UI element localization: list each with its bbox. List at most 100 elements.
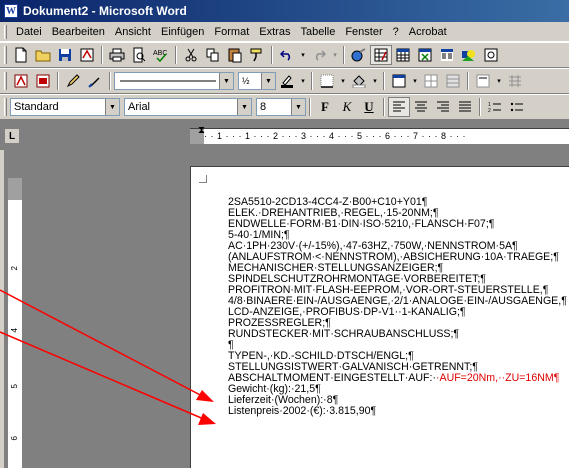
formatting-toolbar: Standard ▼ Arial ▼ 8 ▼ F K U 12 bbox=[0, 94, 569, 120]
ruler-strip[interactable]: · · 1 · · · 1 · · · 2 · · · 3 · · · 4 · … bbox=[190, 128, 569, 144]
undo-dropdown-icon[interactable]: ▾ bbox=[298, 45, 308, 65]
print-icon[interactable] bbox=[106, 45, 128, 65]
drawing-icon[interactable] bbox=[458, 45, 480, 65]
line-style-preview-icon bbox=[120, 80, 216, 82]
style-select[interactable]: Standard ▼ bbox=[10, 98, 120, 116]
save-disk-icon[interactable] bbox=[54, 45, 76, 65]
borders-icon[interactable] bbox=[316, 71, 338, 91]
eraser-icon[interactable] bbox=[84, 71, 106, 91]
insert-table-dropdown-icon[interactable]: ▾ bbox=[410, 71, 420, 91]
toolbar-separator bbox=[57, 72, 59, 90]
align-center-icon[interactable] bbox=[410, 97, 432, 117]
toolbar-grip[interactable] bbox=[4, 72, 7, 90]
menubar-grip[interactable] bbox=[4, 24, 7, 39]
window-title: Dokument2 - Microsoft Word bbox=[23, 4, 187, 18]
copy-icon[interactable] bbox=[202, 45, 224, 65]
chevron-down-icon[interactable]: ▼ bbox=[261, 73, 275, 89]
italic-button[interactable]: K bbox=[336, 97, 358, 117]
menu-extras[interactable]: Extras bbox=[254, 26, 295, 38]
align-right-icon[interactable] bbox=[432, 97, 454, 117]
toolbar-grip[interactable] bbox=[4, 98, 7, 116]
document-body[interactable]: 2SA5510-2CD13-4CC4-Z·B00+C10+Y01¶ ELEK.·… bbox=[228, 197, 567, 417]
pencil-icon[interactable] bbox=[62, 71, 84, 91]
menu-tabelle[interactable]: Tabelle bbox=[295, 26, 340, 38]
align-dropdown-icon[interactable]: ▾ bbox=[494, 71, 504, 91]
align-top-icon[interactable] bbox=[472, 71, 494, 91]
columns-icon[interactable] bbox=[436, 45, 458, 65]
page-corner-mark bbox=[199, 175, 207, 183]
toolbar-separator bbox=[383, 72, 385, 90]
line-style-select[interactable]: ▼ bbox=[114, 72, 234, 90]
red-arrow-line-upper bbox=[0, 289, 207, 399]
menu-help[interactable]: ? bbox=[388, 26, 404, 38]
paste-icon[interactable] bbox=[224, 45, 246, 65]
abschalt-values: ·AUF=20Nm,··ZU=16NM¶ bbox=[435, 372, 560, 384]
justify-icon[interactable] bbox=[454, 97, 476, 117]
undo-icon[interactable] bbox=[276, 45, 298, 65]
align-left-icon[interactable] bbox=[388, 97, 410, 117]
vertical-ruler-strip[interactable]: 2 4 5 6 bbox=[8, 178, 22, 468]
toolbar-separator bbox=[271, 46, 273, 64]
menu-einfuegen[interactable]: Einfügen bbox=[156, 26, 209, 38]
cut-icon[interactable] bbox=[180, 45, 202, 65]
menu-ansicht[interactable]: Ansicht bbox=[110, 26, 156, 38]
ruler-ticks: · · 1 · · · 1 · · · 2 · · · 3 · · · 4 · … bbox=[204, 131, 466, 141]
acrobat-email-icon[interactable] bbox=[32, 71, 54, 91]
font-select[interactable]: Arial ▼ bbox=[124, 98, 252, 116]
document-page[interactable]: 2SA5510-2CD13-4CC4-Z·B00+C10+Y01¶ ELEK.·… bbox=[190, 166, 569, 468]
menu-fenster[interactable]: Fenster bbox=[340, 26, 387, 38]
format-painter-icon[interactable] bbox=[246, 45, 268, 65]
toolbar-separator bbox=[101, 46, 103, 64]
toolbar-grip[interactable] bbox=[4, 46, 7, 64]
shading-color-icon[interactable] bbox=[348, 71, 370, 91]
underline-button[interactable]: U bbox=[358, 97, 380, 117]
chevron-down-icon[interactable]: ▼ bbox=[219, 73, 233, 89]
toolbar-separator bbox=[175, 46, 177, 64]
title-bar: W Dokument2 - Microsoft Word bbox=[0, 0, 569, 22]
standard-toolbar: ABC ▾ ▾ bbox=[0, 42, 569, 68]
print-preview-icon[interactable] bbox=[128, 45, 150, 65]
line-weight-select[interactable]: ½ ▼ bbox=[238, 72, 276, 90]
horizontal-ruler: L · · 1 · · · 1 · · · 2 · · · 3 · · · 4 … bbox=[0, 120, 569, 150]
indent-marker-icon[interactable]: ⧗ bbox=[198, 125, 205, 136]
numbering-icon[interactable]: 12 bbox=[484, 97, 506, 117]
red-arrow-line-lower bbox=[0, 331, 207, 421]
insert-table-grid-icon[interactable] bbox=[388, 71, 410, 91]
borders-dropdown-icon[interactable]: ▾ bbox=[338, 71, 348, 91]
split-cells-icon[interactable] bbox=[442, 71, 464, 91]
toolbar-separator bbox=[343, 46, 345, 64]
word-app-icon[interactable]: W bbox=[4, 4, 18, 18]
border-color-dropdown-icon[interactable]: ▾ bbox=[298, 71, 308, 91]
menu-acrobat[interactable]: Acrobat bbox=[404, 26, 452, 38]
spellcheck-icon[interactable]: ABC bbox=[150, 45, 172, 65]
acrobat-convert-icon[interactable] bbox=[10, 71, 32, 91]
document-map-icon[interactable] bbox=[480, 45, 502, 65]
font-size-select[interactable]: 8 ▼ bbox=[256, 98, 306, 116]
hyperlink-icon[interactable] bbox=[348, 45, 370, 65]
toolbar-separator bbox=[311, 72, 313, 90]
insert-excel-icon[interactable] bbox=[414, 45, 436, 65]
distribute-rows-icon[interactable] bbox=[504, 71, 526, 91]
redo-dropdown-icon[interactable]: ▾ bbox=[330, 45, 340, 65]
toolbar-separator bbox=[383, 98, 385, 116]
open-folder-icon[interactable] bbox=[32, 45, 54, 65]
tab-selector-button[interactable]: L bbox=[4, 128, 20, 144]
tables-borders-icon[interactable] bbox=[370, 45, 392, 65]
insert-table-icon[interactable] bbox=[392, 45, 414, 65]
shading-dropdown-icon[interactable]: ▾ bbox=[370, 71, 380, 91]
new-document-icon[interactable] bbox=[10, 45, 32, 65]
svg-text:2: 2 bbox=[488, 108, 491, 113]
menu-bearbeiten[interactable]: Bearbeiten bbox=[47, 26, 110, 38]
chevron-down-icon[interactable]: ▼ bbox=[105, 99, 119, 115]
pdf-icon[interactable] bbox=[76, 45, 98, 65]
border-color-icon[interactable] bbox=[276, 71, 298, 91]
menu-format[interactable]: Format bbox=[209, 26, 254, 38]
bullets-icon[interactable] bbox=[506, 97, 528, 117]
bold-button[interactable]: F bbox=[314, 97, 336, 117]
menu-datei[interactable]: Datei bbox=[11, 26, 47, 38]
redo-icon[interactable] bbox=[308, 45, 330, 65]
style-select-value: Standard bbox=[14, 101, 59, 113]
chevron-down-icon[interactable]: ▼ bbox=[237, 99, 251, 115]
merge-cells-icon[interactable] bbox=[420, 71, 442, 91]
chevron-down-icon[interactable]: ▼ bbox=[291, 99, 305, 115]
